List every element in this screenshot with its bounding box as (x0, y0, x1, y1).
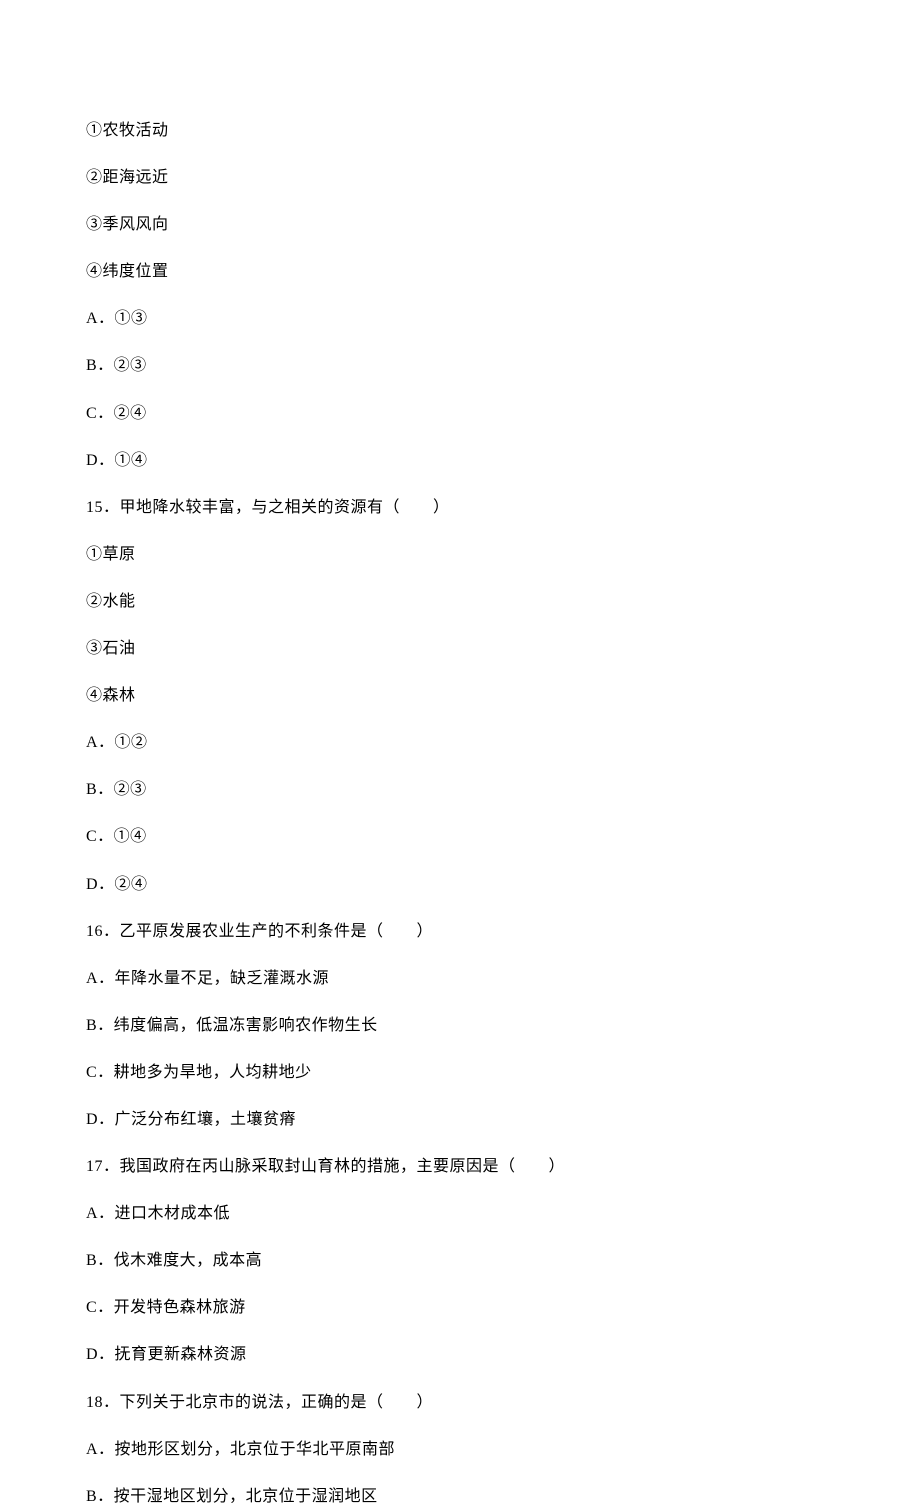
text-line-10: ②水能 (86, 589, 834, 615)
text-line-1: ②距海远近 (86, 165, 834, 191)
text-line-18: A．年降水量不足，缺乏灌溉水源 (86, 966, 834, 992)
text-line-3: ④纬度位置 (86, 259, 834, 285)
text-line-20: C．耕地多为旱地，人均耕地少 (86, 1060, 834, 1086)
text-line-7: D．①④ (86, 448, 834, 474)
text-line-6: C．②④ (86, 401, 834, 427)
text-line-28: A．按地形区划分，北京位于华北平原南部 (86, 1437, 834, 1463)
text-line-5: B．②③ (86, 353, 834, 379)
text-line-17: 16．乙平原发展农业生产的不利条件是（ ） (86, 919, 834, 945)
text-line-13: A．①② (86, 730, 834, 756)
text-line-0: ①农牧活动 (86, 118, 834, 144)
text-line-23: A．进口木材成本低 (86, 1201, 834, 1227)
text-line-19: B．纬度偏高，低温冻害影响农作物生长 (86, 1013, 834, 1039)
text-line-9: ①草原 (86, 542, 834, 568)
text-line-4: A．①③ (86, 306, 834, 332)
text-line-8: 15．甲地降水较丰富，与之相关的资源有（ ） (86, 495, 834, 521)
text-line-22: 17．我国政府在丙山脉采取封山育林的措施，主要原因是（ ） (86, 1154, 834, 1180)
text-line-15: C．①④ (86, 824, 834, 850)
text-line-12: ④森林 (86, 683, 834, 709)
text-line-25: C．开发特色森林旅游 (86, 1295, 834, 1321)
text-line-26: D．抚育更新森林资源 (86, 1342, 834, 1368)
text-line-24: B．伐木难度大，成本高 (86, 1248, 834, 1274)
text-line-27: 18．下列关于北京市的说法，正确的是（ ） (86, 1390, 834, 1416)
text-line-11: ③石油 (86, 636, 834, 662)
text-line-16: D．②④ (86, 872, 834, 898)
text-line-14: B．②③ (86, 777, 834, 803)
text-line-2: ③季风风向 (86, 212, 834, 238)
text-line-29: B．按干湿地区划分，北京位于湿润地区 (86, 1484, 834, 1509)
text-line-21: D．广泛分布红壤，土壤贫瘠 (86, 1107, 834, 1133)
